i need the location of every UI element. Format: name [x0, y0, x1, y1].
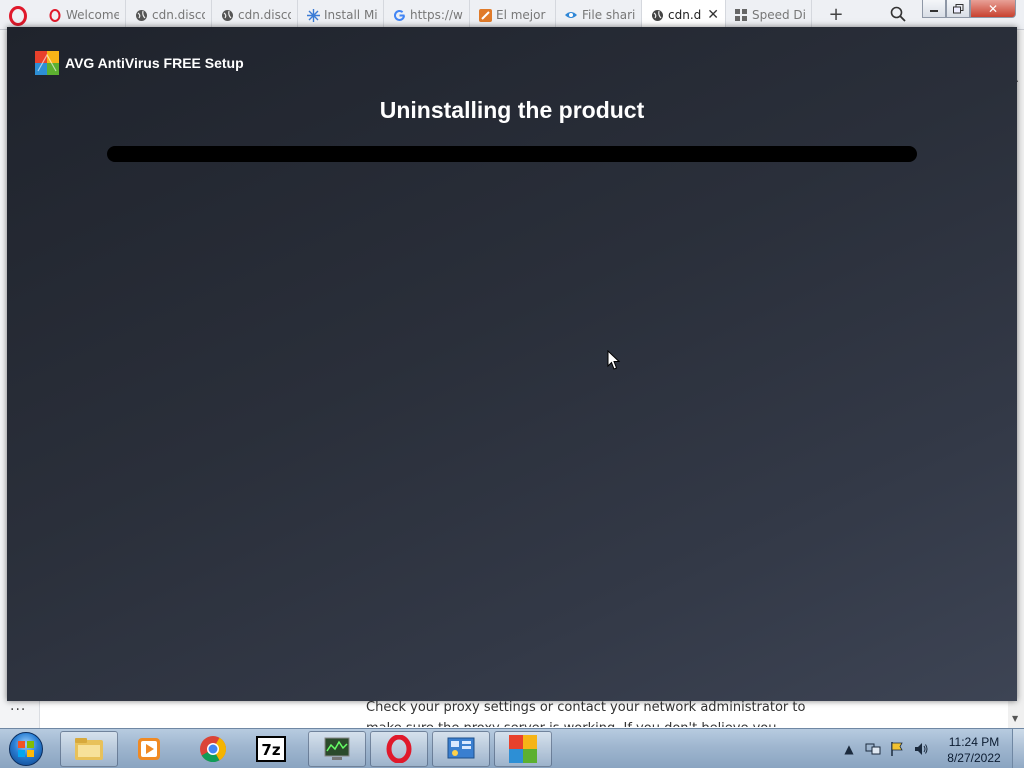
start-button[interactable]	[6, 730, 46, 768]
tab-cdn-2[interactable]: cdn.disco	[212, 0, 298, 30]
google-icon	[392, 8, 406, 22]
globe-icon	[134, 8, 148, 22]
setup-app-title: AVG AntiVirus FREE Setup	[65, 55, 244, 71]
tab-welcome[interactable]: Welcome	[40, 0, 126, 30]
opera-icon	[386, 735, 412, 763]
tab-title: Install Mi	[324, 8, 377, 22]
close-window-button[interactable]: ✕	[970, 0, 1016, 18]
tab-title: File sharin	[582, 8, 635, 22]
7zip-icon: 7z	[256, 736, 286, 762]
tab-title: Welcome	[66, 8, 119, 22]
sparkle-icon	[306, 8, 320, 22]
browser-tab-strip: Welcome cdn.disco cdn.disco Install Mi h…	[0, 0, 1024, 30]
tab-cdn-1[interactable]: cdn.disco	[126, 0, 212, 30]
taskbar-clock[interactable]: 11:24 PM 8/27/2022	[942, 734, 1006, 766]
task-manager-icon	[324, 737, 350, 760]
tab-google[interactable]: https://w	[384, 0, 470, 30]
setup-heading: Uninstalling the product	[379, 97, 645, 123]
proxy-error-line: make sure the proxy server is working. I…	[366, 718, 806, 727]
uninstall-progress-bar	[107, 146, 917, 162]
network-icon[interactable]	[864, 740, 882, 758]
grid-icon	[734, 8, 748, 22]
taskbar-chrome[interactable]	[184, 731, 242, 767]
tab-title: El mejor a	[496, 8, 549, 22]
action-center-flag-icon[interactable]	[888, 740, 906, 758]
clock-date: 8/27/2022	[947, 751, 1001, 765]
avg-icon	[509, 735, 537, 763]
tab-title: Speed Di	[752, 8, 805, 22]
tab-speed-dial[interactable]: Speed Di	[726, 0, 812, 30]
taskbar-opera[interactable]	[370, 731, 428, 767]
tab-file-sharing[interactable]: File sharin	[556, 0, 642, 30]
taskbar-media-player[interactable]	[120, 731, 178, 767]
more-options-icon[interactable]: ···	[10, 702, 26, 718]
taskbar-task-manager[interactable]	[308, 731, 366, 767]
tab-title: cdn.disco	[238, 8, 291, 22]
share-icon	[564, 8, 578, 22]
tab-install[interactable]: Install Mi	[298, 0, 384, 30]
taskbar-7zip[interactable]: 7z	[242, 731, 300, 767]
avg-logo-icon	[35, 51, 59, 75]
opera-icon	[48, 8, 62, 22]
restore-button[interactable]	[946, 0, 970, 18]
system-tray: ▲	[840, 729, 936, 768]
tab-list: Welcome cdn.disco cdn.disco Install Mi h…	[40, 0, 812, 30]
tab-el-mejor[interactable]: El mejor a	[470, 0, 556, 30]
tab-title: cdn.disco	[152, 8, 205, 22]
media-player-icon	[138, 738, 160, 760]
windows-logo-icon	[9, 732, 43, 766]
site-icon	[478, 8, 492, 22]
globe-icon	[220, 8, 234, 22]
scroll-down-icon[interactable]: ▼	[1012, 714, 1018, 723]
close-icon: ✕	[987, 1, 999, 16]
search-tabs-icon[interactable]	[890, 6, 908, 24]
volume-icon[interactable]	[912, 740, 930, 758]
taskbar-control-panel[interactable]	[432, 731, 490, 767]
tab-title: cdn.di	[668, 8, 702, 22]
clock-time: 11:24 PM	[948, 735, 1000, 749]
svg-text:7z: 7z	[261, 741, 280, 759]
mouse-cursor-icon	[607, 349, 621, 370]
tab-title: https://w	[410, 8, 463, 22]
window-controls: ✕	[922, 0, 1016, 18]
avg-setup-window: AVG AntiVirus FREE Setup Uninstalling th…	[7, 27, 1017, 701]
close-tab-icon[interactable]: ✕	[707, 7, 719, 23]
new-tab-button[interactable]: +	[826, 4, 846, 25]
tab-cdn-active[interactable]: cdn.di ✕	[642, 0, 726, 30]
chrome-icon	[200, 736, 227, 763]
show-desktop-button[interactable]	[1012, 729, 1024, 768]
minimize-icon	[930, 9, 938, 12]
control-panel-icon	[447, 737, 475, 759]
opera-menu-icon[interactable]	[6, 6, 30, 26]
globe-icon	[650, 8, 664, 22]
proxy-error-message: Check your proxy settings or contact you…	[366, 697, 806, 727]
restore-icon	[952, 3, 963, 13]
taskbar-avg[interactable]	[494, 731, 552, 767]
show-hidden-icons-icon[interactable]: ▲	[840, 740, 858, 758]
minimize-button[interactable]	[922, 0, 946, 18]
folder-icon	[75, 738, 103, 760]
taskbar-explorer[interactable]	[60, 731, 118, 767]
windows-taskbar: 7z ▲ 11:24 PM 8/27/2022	[0, 728, 1024, 768]
